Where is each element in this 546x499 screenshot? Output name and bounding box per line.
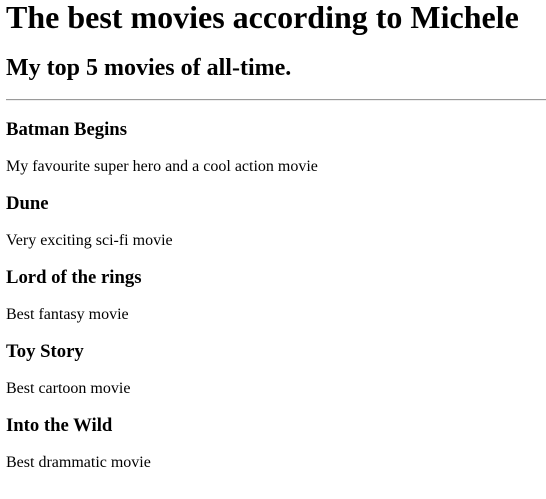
movie-item-lord-of-the-rings: Lord of the rings Best fantasy movie <box>6 267 540 324</box>
divider <box>6 99 546 101</box>
movie-description: My favourite super hero and a cool actio… <box>6 158 318 175</box>
movie-item-dune: Dune Very exciting sci-fi movie <box>6 193 540 250</box>
movie-item-toy-story: Toy Story Best cartoon movie <box>6 341 540 398</box>
movie-title: Dune <box>6 193 49 214</box>
movie-description: Best cartoon movie <box>6 380 131 397</box>
movie-title: Batman Begins <box>6 119 127 140</box>
movie-description: Very exciting sci-fi movie <box>6 232 173 249</box>
movie-title: Toy Story <box>6 341 84 362</box>
movie-description: Best fantasy movie <box>6 306 129 323</box>
movie-item-into-the-wild: Into the Wild Best drammatic movie <box>6 415 540 472</box>
page-subtitle: My top 5 movies of all-time. <box>6 55 292 81</box>
movie-description: Best drammatic movie <box>6 454 151 471</box>
movie-title: Lord of the rings <box>6 267 142 288</box>
movie-item-batman-begins: Batman Begins My favourite super hero an… <box>6 119 540 176</box>
movie-list: Batman Begins My favourite super hero an… <box>6 119 540 472</box>
page-title: The best movies according to Michele <box>6 0 519 35</box>
movie-title: Into the Wild <box>6 415 113 436</box>
page: The best movies according to Michele My … <box>0 0 546 472</box>
